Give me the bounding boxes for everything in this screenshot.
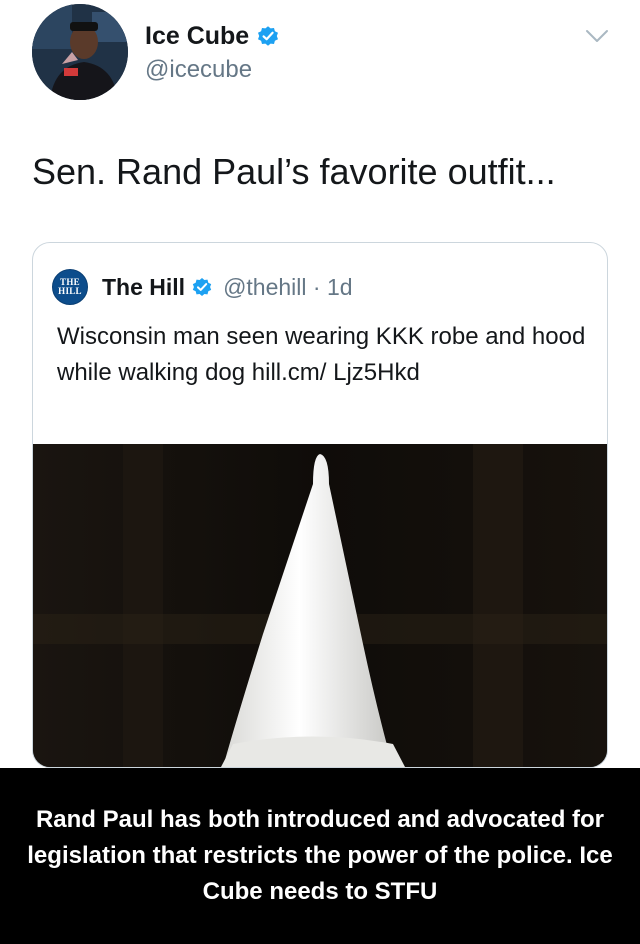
verified-badge-icon (191, 276, 213, 298)
author-handle[interactable]: @icecube (145, 55, 252, 85)
verified-badge-icon (256, 24, 280, 48)
chevron-down-icon[interactable] (584, 26, 610, 46)
author-avatar[interactable] (32, 4, 128, 100)
the-hill-logo-icon[interactable]: THE HILL (52, 269, 88, 305)
quoted-tweet-text: Wisconsin man seen wearing KKK robe and … (57, 323, 586, 386)
tweet-text: Sen. Rand Paul’s favorite outfit... (32, 151, 556, 192)
caption-text: Rand Paul has both introduced and advoca… (27, 806, 613, 905)
quoted-tweet-card[interactable]: THE HILL The Hill @thehill · 1d Wisconsi… (32, 242, 608, 768)
author-name[interactable]: Ice Cube (145, 20, 249, 52)
logo-text-bottom: HILL (58, 286, 82, 296)
author-name-row[interactable]: Ice Cube (145, 20, 280, 52)
quoted-tweet-header: THE HILL The Hill @thehill · 1d (52, 269, 353, 305)
caption-bar: Rand Paul has both introduced and advoca… (0, 768, 640, 944)
quoted-author-handle[interactable]: @thehill · 1d (223, 274, 352, 301)
tweet: Ice Cube @icecube Sen. Rand Paul’s favor… (0, 0, 640, 768)
quoted-tweet-image[interactable] (33, 444, 607, 767)
quoted-author-name[interactable]: The Hill (102, 274, 185, 301)
